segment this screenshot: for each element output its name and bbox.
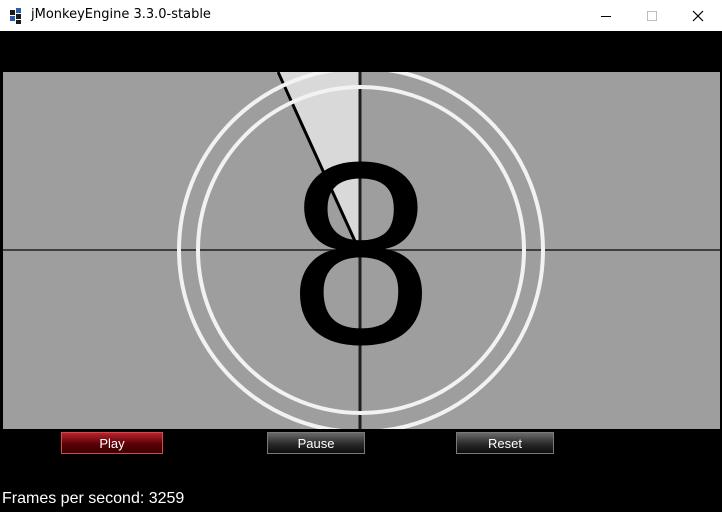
jmonkey-app-icon bbox=[10, 8, 21, 24]
window-titlebar: jMonkeyEngine 3.3.0-stable bbox=[0, 0, 722, 31]
close-icon bbox=[692, 10, 704, 21]
minimize-icon bbox=[601, 15, 611, 17]
maximize-button[interactable] bbox=[629, 0, 675, 31]
reset-button[interactable]: Reset bbox=[456, 432, 554, 454]
play-button[interactable]: Play bbox=[61, 432, 163, 454]
film-countdown: 8 bbox=[3, 72, 720, 429]
window-title: jMonkeyEngine 3.3.0-stable bbox=[31, 7, 211, 22]
close-button[interactable] bbox=[675, 0, 721, 31]
render-viewport[interactable]: 8 Play Pause Reset Frames per second: 32… bbox=[0, 31, 722, 512]
pause-button[interactable]: Pause bbox=[267, 432, 365, 454]
maximize-icon bbox=[647, 10, 657, 21]
fps-counter: Frames per second: 3259 bbox=[2, 490, 185, 507]
countdown-digit: 8 bbox=[289, 109, 434, 399]
minimize-button[interactable] bbox=[583, 0, 629, 31]
